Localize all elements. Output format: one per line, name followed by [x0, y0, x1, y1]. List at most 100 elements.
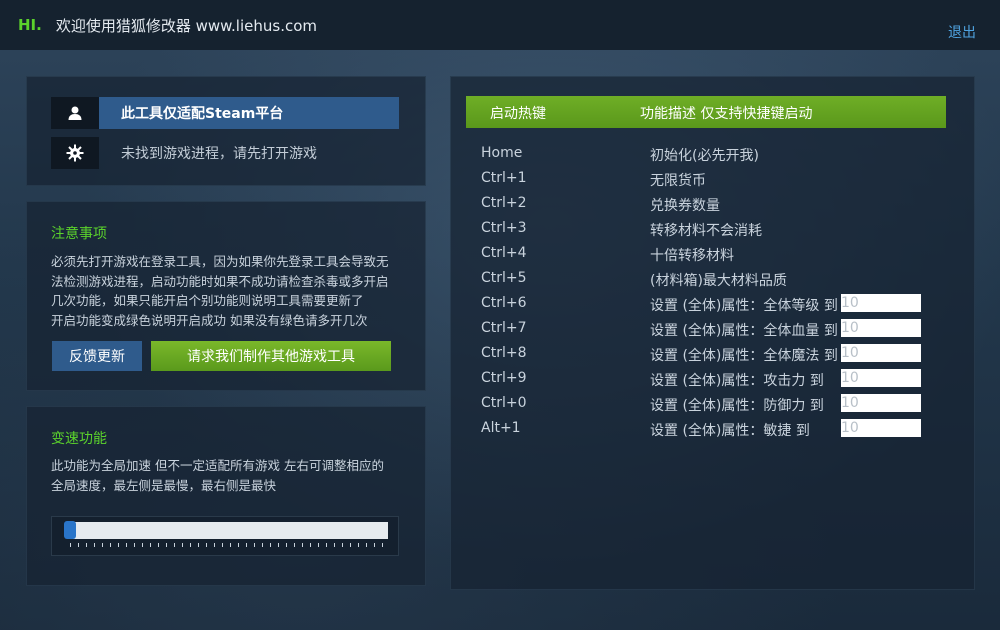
slider-tick [158, 543, 159, 547]
slider-tick [294, 543, 295, 547]
hotkey-row[interactable]: Alt+1 设置 (全体)属性：敏捷 到 [481, 418, 951, 440]
slider-tick [262, 543, 263, 547]
slider-tick [150, 543, 151, 547]
process-status-label: 未找到游戏进程，请先打开游戏 [121, 146, 317, 162]
speed-text: 此功能为全局加速 但不一定适配所有游戏 左右可调整相应的 全局速度，最左侧是最慢… [51, 456, 407, 495]
slider-tick [142, 543, 143, 547]
feedback-button[interactable]: 反馈更新 [52, 341, 142, 371]
notice-line: 必须先打开游戏在登录工具，因为如果你先登录工具会导致无 [51, 254, 389, 269]
slider-track[interactable] [70, 522, 388, 539]
slider-tick [118, 543, 119, 547]
hotkey-key: Ctrl+0 [481, 395, 527, 411]
hotkey-row[interactable]: Ctrl+4 十倍转移材料 [481, 243, 951, 265]
slider-tick [78, 543, 79, 547]
speed-slider[interactable] [51, 516, 399, 556]
hotkey-key: Alt+1 [481, 420, 521, 436]
slider-tick [238, 543, 239, 547]
hotkey-row[interactable]: Ctrl+9 设置 (全体)属性：攻击力 到 [481, 368, 951, 390]
slider-tick [222, 543, 223, 547]
hotkey-description: 无限货币 [650, 173, 706, 189]
slider-tick [350, 543, 351, 547]
notice-line: 法检测游戏进程，启动功能时如果不成功请检查杀毒或多开启 [51, 273, 389, 289]
hotkey-description: 设置 (全体)属性：全体魔法 到 [650, 348, 838, 364]
request-tool-button[interactable]: 请求我们制作其他游戏工具 [151, 341, 391, 371]
notice-panel: 注意事项 必须先打开游戏在登录工具，因为如果你先登录工具会导致无 法检测游戏进程… [26, 201, 426, 391]
slider-tick [334, 543, 335, 547]
notice-title: 注意事项 [51, 226, 107, 242]
slider-tick [254, 543, 255, 547]
hotkey-value-input[interactable] [841, 369, 921, 387]
hotkey-row[interactable]: Home 初始化(必先开我) [481, 143, 951, 165]
slider-tick [190, 543, 191, 547]
header-description: 功能描述 仅支持快捷键启动 [640, 106, 813, 122]
logout-link[interactable]: 退出 [948, 22, 976, 42]
hotkey-key: Ctrl+5 [481, 270, 527, 286]
greeting: HI. [18, 16, 42, 34]
slider-tick [230, 543, 231, 547]
platform-status-label: 此工具仅适配Steam平台 [99, 97, 399, 129]
slider-tick [374, 543, 375, 547]
hotkey-value-input[interactable] [841, 394, 921, 412]
process-status-row: 未找到游戏进程，请先打开游戏 [51, 137, 317, 169]
notice-line: 开启功能变成绿色说明开启成功 如果没有绿色请多开几次 [51, 312, 368, 328]
slider-tick [214, 543, 215, 547]
user-icon [51, 97, 99, 129]
hotkey-key: Home [481, 145, 523, 161]
hotkey-value-input[interactable] [841, 319, 921, 337]
slider-tick [366, 543, 367, 547]
slider-tick [126, 543, 127, 547]
slider-tick [270, 543, 271, 547]
platform-status-row: 此工具仅适配Steam平台 [51, 97, 399, 129]
slider-ticks [68, 543, 388, 549]
slider-tick [286, 543, 287, 547]
slider-tick [94, 543, 95, 547]
slider-tick [382, 543, 383, 547]
slider-tick [174, 543, 175, 547]
hotkey-row[interactable]: Ctrl+2 兑换券数量 [481, 193, 951, 215]
title-bar: HI. 欢迎使用猎狐修改器 www.liehus.com 退出 [0, 0, 1000, 50]
slider-tick [310, 543, 311, 547]
slider-tick [86, 543, 87, 547]
speed-panel: 变速功能 此功能为全局加速 但不一定适配所有游戏 左右可调整相应的 全局速度，最… [26, 406, 426, 586]
status-panel: 此工具仅适配Steam平台 未找到游戏进程，请先打开游戏 [26, 76, 426, 186]
hotkey-key: Ctrl+3 [481, 220, 527, 236]
slider-tick [246, 543, 247, 547]
speed-title: 变速功能 [51, 431, 107, 447]
slider-tick [102, 543, 103, 547]
hotkeys-panel: 启动热键 功能描述 仅支持快捷键启动 Home 初始化(必先开我) Ctrl+1 无限… [450, 76, 975, 590]
slider-tick [358, 543, 359, 547]
hotkey-row[interactable]: Ctrl+6 设置 (全体)属性：全体等级 到 [481, 293, 951, 315]
hotkey-description: 十倍转移材料 [650, 248, 734, 264]
slider-tick [326, 543, 327, 547]
hotkey-row[interactable]: Ctrl+0 设置 (全体)属性：防御力 到 [481, 393, 951, 415]
hotkey-row[interactable]: Ctrl+7 设置 (全体)属性：全体血量 到 [481, 318, 951, 340]
hotkey-row[interactable]: Ctrl+8 设置 (全体)属性：全体魔法 到 [481, 343, 951, 365]
hotkey-description: 设置 (全体)属性：防御力 到 [650, 398, 824, 414]
hotkey-value-input[interactable] [841, 344, 921, 362]
slider-tick [110, 543, 111, 547]
hotkey-value-input[interactable] [841, 294, 921, 312]
hotkey-value-input[interactable] [841, 419, 921, 437]
slider-tick [182, 543, 183, 547]
slider-tick [318, 543, 319, 547]
hotkey-description: 兑换券数量 [650, 198, 720, 214]
gear-icon [51, 137, 99, 169]
slider-tick [198, 543, 199, 547]
notice-text: 必须先打开游戏在登录工具，因为如果你先登录工具会导致无 法检测游戏进程，启动功能… [51, 252, 407, 330]
hotkey-row[interactable]: Ctrl+1 无限货币 [481, 168, 951, 190]
slider-thumb[interactable] [64, 521, 76, 539]
hotkey-key: Ctrl+9 [481, 370, 527, 386]
hotkey-description: 设置 (全体)属性：全体等级 到 [650, 298, 838, 314]
hotkey-description: 初始化(必先开我) [650, 148, 759, 164]
notice-line: 几次功能，如果只能开启个别功能则说明工具需要更新了 [51, 293, 364, 308]
hotkey-key: Ctrl+1 [481, 170, 527, 186]
welcome-text: 欢迎使用猎狐修改器 www.liehus.com [55, 16, 318, 35]
hotkey-key: Ctrl+4 [481, 245, 527, 261]
hotkey-description: 设置 (全体)属性：攻击力 到 [650, 373, 824, 389]
hotkeys-header: 启动热键 功能描述 仅支持快捷键启动 [466, 96, 946, 128]
hotkey-description: 设置 (全体)属性：敏捷 到 [650, 423, 810, 439]
hotkey-row[interactable]: Ctrl+5 (材料箱)最大材料品质 [481, 268, 951, 290]
hotkey-key: Ctrl+2 [481, 195, 527, 211]
hotkey-key: Ctrl+6 [481, 295, 527, 311]
hotkey-row[interactable]: Ctrl+3 转移材料不会消耗 [481, 218, 951, 240]
